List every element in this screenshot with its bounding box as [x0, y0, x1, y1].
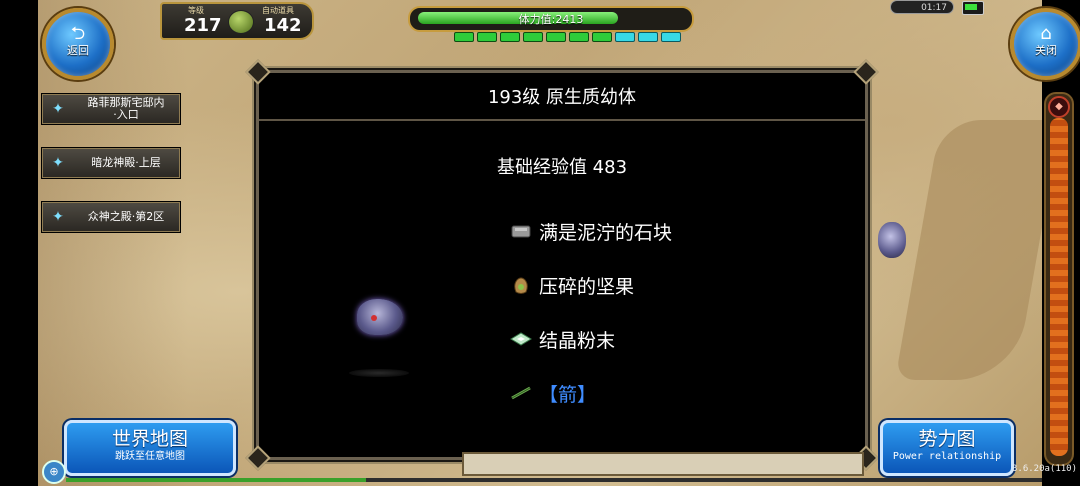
- drop-item[interactable]: 压碎的坚果: [509, 271, 634, 299]
- quest-item-dark-dragon-temple[interactable]: ✦ 暗龙神殿·上层: [42, 148, 180, 178]
- stamina-label: 体力值:2413: [518, 13, 584, 26]
- crystal-icon: ✦: [52, 155, 64, 171]
- quest-item-mansion[interactable]: ✦ 路菲那斯宅邸内 ·入口: [42, 94, 180, 124]
- world-map-button[interactable]: 世界地图 跳跃至任意地图: [64, 420, 236, 476]
- powder-icon: [509, 329, 533, 349]
- map-enemy-sprite[interactable]: [878, 222, 906, 258]
- arrow-icon: [509, 383, 533, 403]
- bottom-banner: [462, 452, 864, 476]
- crystal-icon: ✦: [52, 209, 64, 225]
- potion-icon: [228, 10, 254, 34]
- back-arrow-icon: ⮌: [70, 23, 86, 44]
- player-status: 等级 217 自动道具 142: [160, 2, 314, 40]
- base-exp: 基础经验值 483: [496, 157, 628, 178]
- rage-gauge: ◆: [1044, 92, 1074, 466]
- monster-sprite: [357, 299, 403, 335]
- drop-item[interactable]: 【箭】: [509, 379, 596, 407]
- battery-icon: [962, 1, 984, 15]
- power-relationship-button[interactable]: 势力图 Power relationship: [880, 420, 1014, 476]
- drop-item[interactable]: 结晶粉末: [509, 325, 615, 353]
- title-divider: [259, 119, 865, 121]
- back-button[interactable]: ⮌ 返回: [42, 8, 114, 80]
- clock: 01:17: [890, 0, 954, 14]
- drop-item[interactable]: 满是泥泞的石块: [509, 217, 672, 245]
- home-icon: ⌂: [1040, 23, 1052, 44]
- nut-bag-icon: [509, 275, 533, 295]
- energy-segments: [454, 32, 681, 42]
- zoom-icon[interactable]: ⊕: [42, 460, 66, 484]
- experience-bar: [66, 478, 1042, 482]
- quest-item-gods-hall[interactable]: ✦ 众神之殿·第2区: [42, 202, 180, 232]
- version-label: 3.6.20a(110): [1012, 464, 1078, 474]
- auto-item-value: 142: [264, 15, 302, 36]
- monster-info-dialog[interactable]: 193级 原生质幼体 基础经验值 483 满是泥泞的石块 压碎的坚果 结晶粉末 …: [245, 59, 879, 471]
- stone-icon: [509, 221, 533, 241]
- monster-title: 193级 原生质幼体: [487, 87, 637, 108]
- stamina-bar: 体力值:2413: [408, 6, 694, 32]
- level-value: 217: [184, 15, 222, 36]
- left-black-bar: [0, 0, 38, 486]
- gauge-cap-icon: ◆: [1048, 96, 1070, 118]
- crystal-icon: ✦: [52, 101, 64, 117]
- close-button[interactable]: ⌂ 关闭: [1010, 8, 1080, 80]
